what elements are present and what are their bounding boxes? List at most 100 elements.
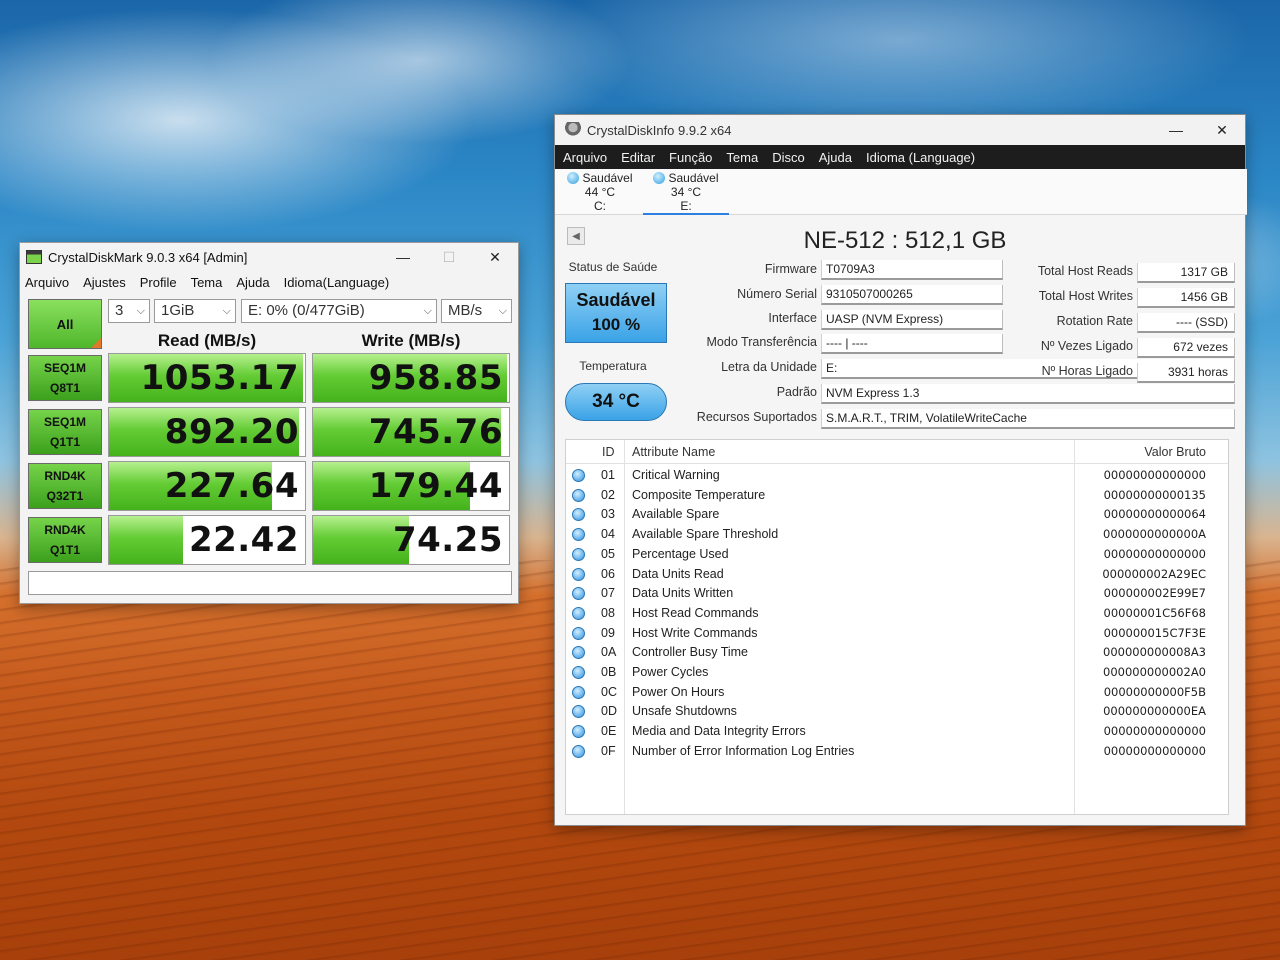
cdi-menu-arquivo[interactable]: Arquivo	[563, 150, 607, 165]
disk-letter: E:	[680, 199, 692, 213]
smart-header-id[interactable]: ID	[602, 445, 615, 459]
cdm-menu-ajustes[interactable]: Ajustes	[83, 275, 126, 290]
row-label-line1: RND4K	[44, 469, 86, 483]
field-value-transfer-mode: ---- | ----	[821, 334, 1003, 354]
test-seq1m-q8t1-button[interactable]: SEQ1M Q8T1	[28, 355, 102, 401]
smart-table-header: ID Attribute Name Valor Bruto	[566, 440, 1228, 464]
smart-attr-id: 0D	[601, 704, 617, 719]
write-result-cell: 179.44	[312, 461, 510, 511]
all-button[interactable]: All	[28, 299, 102, 349]
smart-row[interactable]: 06 Data Units Read 000000002A29EC	[566, 565, 1228, 585]
test-rnd4k-q32t1-button[interactable]: RND4K Q32T1	[28, 463, 102, 509]
health-dot-icon	[572, 606, 585, 620]
minimize-icon[interactable]: —	[380, 243, 426, 271]
smart-row[interactable]: 0B Power Cycles 000000000002A0	[566, 663, 1228, 683]
smart-attribute-table: ID Attribute Name Valor Bruto 01 Critical…	[565, 439, 1229, 815]
chevron-down-icon: ⌵	[498, 305, 507, 317]
health-status-label: Status de Saúde	[568, 260, 658, 274]
smart-row[interactable]: 0F Number of Error Information Log Entrie…	[566, 742, 1228, 762]
previous-disk-arrow-icon[interactable]: ◀	[567, 227, 585, 245]
smart-header-raw[interactable]: Valor Bruto	[1144, 445, 1206, 459]
read-value: 892.20	[164, 412, 299, 452]
smart-attr-raw: 000000000000EA	[1103, 704, 1206, 719]
health-dot-icon	[572, 508, 585, 522]
smart-attr-raw: 00000000000000	[1103, 468, 1206, 482]
cdm-menu-profile[interactable]: Profile	[140, 275, 177, 290]
smart-attr-id: 08	[601, 605, 615, 620]
smart-attr-raw: 0000000000000A	[1103, 527, 1206, 542]
field-label-power-on-hours: Nº Horas Ligado	[1041, 364, 1133, 378]
cdi-menu-funcao[interactable]: Função	[669, 150, 712, 165]
minimize-icon[interactable]: —	[1153, 115, 1199, 145]
smart-row[interactable]: 07 Data Units Written 000000002E99E7	[566, 584, 1228, 604]
all-button-label: All	[56, 316, 74, 332]
row-label-line2: Q1T1	[49, 435, 80, 449]
field-label-firmware: Firmware	[764, 262, 817, 276]
disk-temp: 44 °C	[584, 185, 616, 199]
test-rnd4k-q1t1-button[interactable]: RND4K Q1T1	[28, 517, 102, 563]
smart-attr-name: Composite Temperature	[632, 487, 766, 502]
read-result-cell: 892.20	[108, 407, 306, 457]
smart-attr-id: 05	[601, 546, 615, 561]
smart-row[interactable]: 02 Composite Temperature 00000000000135	[566, 486, 1228, 506]
row-label-line2: Q1T1	[49, 543, 80, 557]
disk-tab-e[interactable]: Saudável 34 °C E:	[643, 171, 729, 215]
crystaldiskinfo-window: CrystalDiskInfo 9.9.2 x64 — ✕ Arquivo Ed…	[554, 114, 1247, 826]
smart-row[interactable]: 0C Power On Hours 00000000000F5B	[566, 683, 1228, 703]
write-value: 745.76	[368, 412, 503, 452]
smart-row[interactable]: 03 Available Spare 00000000000064	[566, 505, 1228, 525]
smart-attr-id: 0E	[601, 724, 617, 739]
smart-attr-raw: 00000000000135	[1103, 487, 1206, 502]
health-dot-icon	[572, 587, 585, 601]
smart-attr-name: Available Spare Threshold	[632, 527, 779, 542]
cdm-menu-bar: Arquivo Ajustes Profile Tema Ajuda Idiom…	[20, 271, 518, 293]
cdm-title-bar[interactable]: CrystalDiskMark 9.0.3 x64 [Admin] — ☐ ✕	[20, 243, 518, 271]
cdi-menu-tema[interactable]: Tema	[726, 150, 758, 165]
cdm-menu-arquivo[interactable]: Arquivo	[25, 275, 69, 290]
test-seq1m-q1t1-button[interactable]: SEQ1M Q1T1	[28, 409, 102, 455]
health-dot-icon	[572, 488, 585, 502]
read-value: 227.64	[164, 466, 299, 506]
smart-attr-id: 07	[601, 586, 615, 601]
smart-row[interactable]: 0D Unsafe Shutdowns 000000000000EA	[566, 702, 1228, 722]
cdm-menu-idioma[interactable]: Idioma(Language)	[284, 275, 390, 290]
field-label-serial: Número Serial	[737, 287, 817, 301]
smart-attr-name: Power On Hours	[632, 684, 725, 699]
smart-header-name[interactable]: Attribute Name	[632, 445, 715, 459]
smart-row[interactable]: 09 Host Write Commands 000000015C7F3E	[566, 624, 1228, 644]
disk-tab-c[interactable]: Saudável 44 °C C:	[557, 171, 643, 213]
cdm-menu-tema[interactable]: Tema	[191, 275, 223, 290]
close-icon[interactable]: ✕	[1199, 115, 1245, 145]
smart-row[interactable]: 08 Host Read Commands 00000001C56F68	[566, 604, 1228, 624]
cdm-menu-ajuda[interactable]: Ajuda	[236, 275, 269, 290]
smart-attr-name: Data Units Written	[632, 586, 734, 601]
smart-row[interactable]: 04 Available Spare Threshold 0000000000000…	[566, 525, 1228, 545]
test-count-select[interactable]: 3 ⌵	[108, 299, 150, 323]
smart-attr-id: 06	[601, 566, 615, 581]
cdi-title-bar[interactable]: CrystalDiskInfo 9.9.2 x64 — ✕	[555, 115, 1245, 145]
field-label-transfer-mode: Modo Transferência	[706, 335, 817, 349]
cdm-window-title: CrystalDiskMark 9.0.3 x64 [Admin]	[48, 249, 248, 265]
field-value-power-on-hours: 3931 horas	[1137, 363, 1235, 383]
cdi-menu-disco[interactable]: Disco	[772, 150, 805, 165]
cdi-menu-ajuda[interactable]: Ajuda	[819, 150, 852, 165]
drive-select[interactable]: E: 0% (0/477GiB) ⌵	[241, 299, 437, 323]
smart-row[interactable]: 0A Controller Busy Time 000000000008A3	[566, 643, 1228, 663]
smart-row[interactable]: 01 Critical Warning 00000000000000	[566, 466, 1228, 486]
cdi-menu-editar[interactable]: Editar	[621, 150, 655, 165]
smart-attr-raw: 000000015C7F3E	[1103, 625, 1206, 640]
unit-select[interactable]: MB/s ⌵	[441, 299, 512, 323]
cdm-comment-field[interactable]	[28, 571, 512, 595]
disk-status: Saudável	[668, 171, 719, 185]
test-size-select[interactable]: 1GiB ⌵	[154, 299, 236, 323]
close-icon[interactable]: ✕	[472, 243, 518, 271]
health-dot-icon	[572, 528, 585, 542]
cdi-menu-idioma[interactable]: Idioma (Language)	[866, 150, 975, 165]
health-dot-icon	[653, 172, 666, 184]
smart-row[interactable]: 05 Percentage Used 00000000000000	[566, 545, 1228, 565]
smart-row[interactable]: 0E Media and Data Integrity Errors 0000000…	[566, 722, 1228, 742]
smart-attr-name: Unsafe Shutdowns	[632, 704, 737, 719]
read-result-cell: 22.42	[108, 515, 306, 565]
health-status-button[interactable]: Saudável 100 %	[565, 283, 667, 343]
read-result-cell: 227.64	[108, 461, 306, 511]
